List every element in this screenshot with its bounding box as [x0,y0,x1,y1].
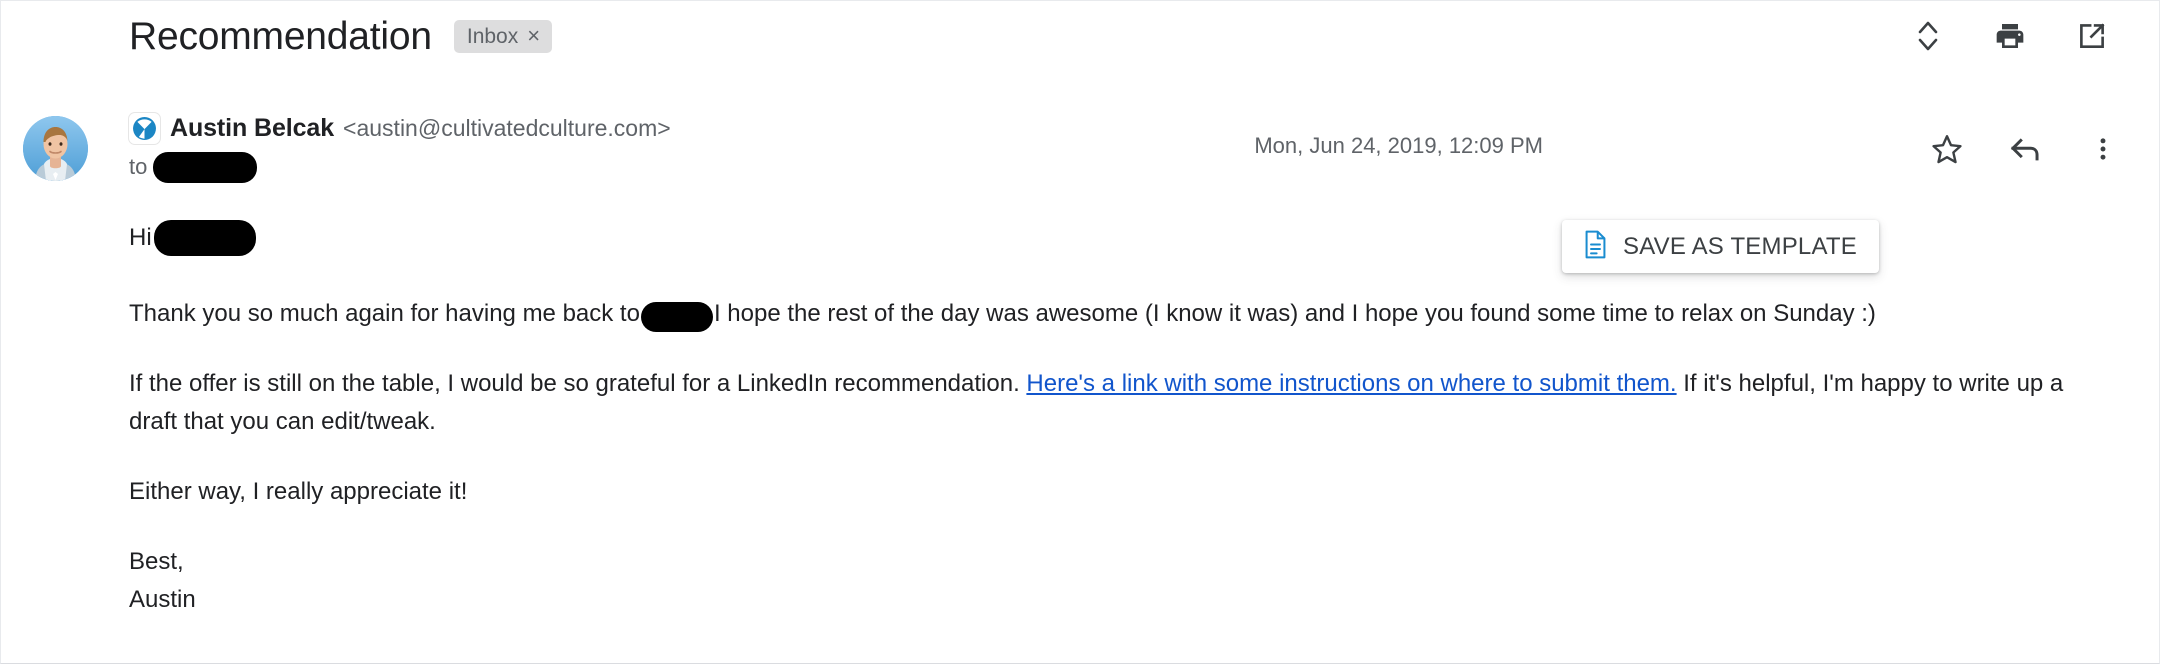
paragraph-1-text-after: I hope the rest of the day was awesome (… [713,300,1876,327]
greeting-line: Hi [129,217,2099,259]
signature-name: Austin [129,586,196,613]
print-icon[interactable] [1991,17,2029,55]
recipient-line[interactable]: to [129,149,671,185]
message-action-group [1927,129,2123,169]
paragraph-2-text-before: If the offer is still on the table, I wo… [129,370,1020,397]
greeting-label: Hi [129,224,152,251]
reply-icon[interactable] [2005,129,2045,169]
message-header: Austin Belcak <austin@cultivatedculture.… [1,107,2159,273]
label-chip-text: Inbox [466,24,519,48]
body-paragraph-3: Either way, I really appreciate it! [129,478,468,505]
yesware-logo-icon [129,112,160,144]
sender-name[interactable]: Austin Belcak [170,114,334,143]
signoff-text: Best, [129,548,184,575]
email-thread-view: Recommendation Inbox × Austin Belcak <au… [0,0,2160,664]
sender-line: Austin Belcak <austin@cultivatedculture.… [129,107,671,149]
message-body: Hi Thank you so much again for having me… [129,217,2099,619]
message-date: Mon, Jun 24, 2019, 12:09 PM [1254,133,1543,158]
paragraph-1-redaction [640,302,713,333]
more-options-icon[interactable] [2083,129,2123,169]
page-title: Recommendation [129,14,432,58]
paragraph-1-text-before: Thank you so much again for having me ba… [129,300,640,327]
greeting-redaction [153,220,256,256]
expand-collapse-icon[interactable] [1909,17,1947,55]
open-in-new-window-icon[interactable] [2073,17,2111,55]
recipient-label: to [129,154,148,179]
label-remove-icon[interactable]: × [527,25,540,47]
signature-block: Best, Austin [129,543,2099,619]
sender-block: Austin Belcak <austin@cultivatedculture.… [129,107,671,185]
body-paragraph-1: Thank you so much again for having me ba… [129,295,2099,333]
header-icon-group [1909,17,2111,55]
avatar[interactable] [23,116,88,181]
linkedin-instructions-link[interactable]: Here's a link with some instructions on … [1026,370,1676,397]
sender-email: <austin@cultivatedculture.com> [343,114,671,141]
subject-header: Recommendation Inbox × [1,1,2159,71]
recipient-redaction [153,151,258,183]
body-paragraph-2: If the offer is still on the table, I wo… [129,365,2099,441]
label-chip-inbox[interactable]: Inbox × [453,19,553,53]
star-icon[interactable] [1927,129,1967,169]
